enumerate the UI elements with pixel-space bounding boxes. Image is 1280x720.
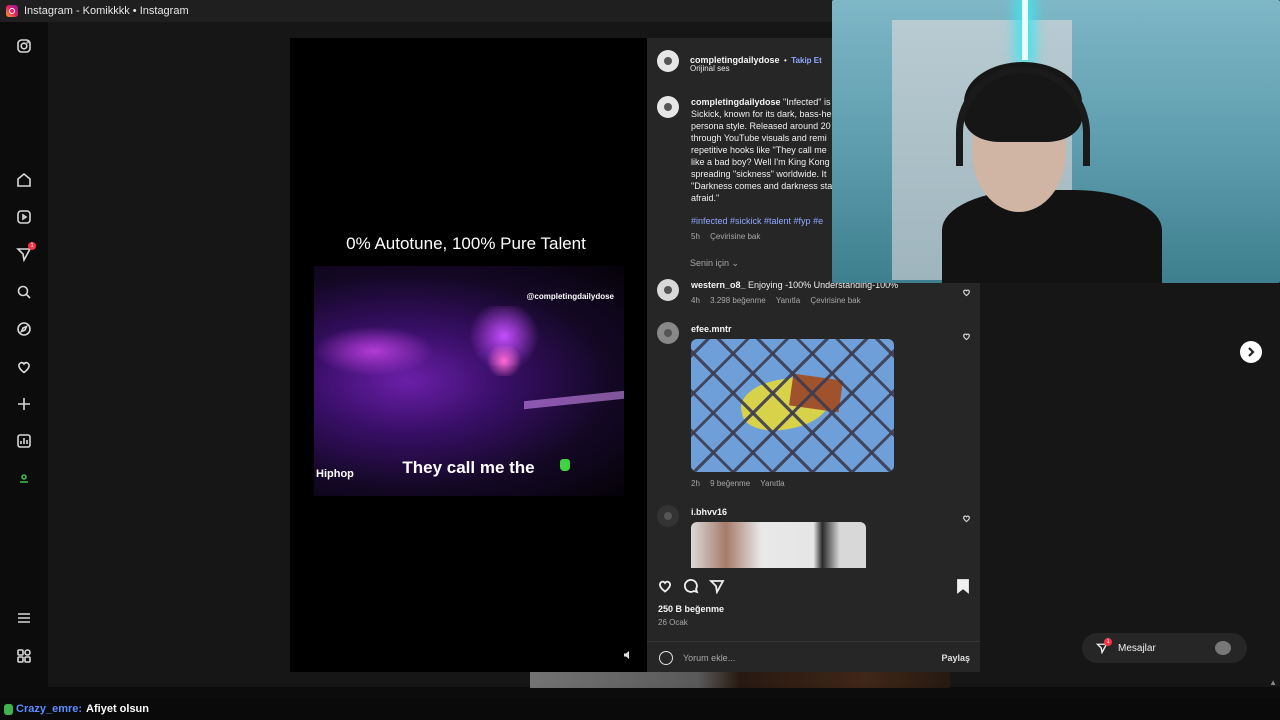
like-comment-icon[interactable] [962,284,971,297]
avatar[interactable] [657,96,679,118]
home-icon[interactable] [16,172,32,188]
comment-input[interactable] [683,649,923,667]
translate-link[interactable]: Çevirisine bak [810,296,860,305]
share-icon[interactable] [708,578,725,595]
like-count[interactable]: 250 B beğenme [658,604,724,614]
reply-button[interactable]: Yanıtla [776,296,800,305]
reel-video[interactable]: 0% Autotune, 100% Pure Talent @completin… [290,38,647,672]
sort-dropdown[interactable]: Senin için ⌄ [690,258,739,269]
comment-image [691,522,866,568]
avatar[interactable] [657,279,679,301]
profile-icon[interactable] [16,470,32,486]
audio-label[interactable]: Orijinal ses [690,64,730,73]
video-tag: Hiphop [316,468,354,480]
avatar[interactable] [657,322,679,344]
bookmark-icon[interactable] [955,578,971,594]
reply-button[interactable]: Yanıtla [760,479,784,488]
like-icon[interactable] [657,578,673,594]
post-meta: 5h Çevirisine bak [691,232,761,241]
like-comment-icon[interactable] [962,328,971,341]
avatar[interactable] [657,50,679,72]
background-thumbnails [530,672,950,688]
create-icon[interactable] [16,396,32,412]
chevron-down-icon: ⌄ [731,258,740,268]
comment-gif [691,339,894,472]
search-icon[interactable] [16,284,32,300]
comment-composer: Paylaş [647,641,980,672]
post-date: 26 Ocak [658,618,688,627]
post-actions [657,578,972,595]
more-icon[interactable] [16,648,32,664]
post-comment-button[interactable]: Paylaş [941,653,970,663]
chat-username: Crazy_emre: [16,703,83,715]
insights-icon[interactable] [16,433,32,449]
volume-icon[interactable] [623,650,633,660]
messages-button[interactable]: 1 Mesajlar [1082,633,1247,663]
instagram-app-icon [6,5,18,17]
webcam-overlay [832,0,1280,283]
sidebar: 1 [0,22,48,687]
video-watermark: @completingdailydose [526,292,614,301]
reels-icon[interactable] [16,209,32,225]
stream-chat-message: Crazy_emre: Afiyet olsun [0,698,1280,720]
window-title: Instagram - Komikkkk • Instagram [24,5,189,17]
heart-icon[interactable] [16,359,32,375]
post-description: completingdailydose "Infected" is Sickic… [691,97,833,203]
next-post-button[interactable] [1240,341,1262,363]
translate-link[interactable]: Çevirisine bak [710,232,760,241]
avatar [1215,641,1231,655]
chat-badge-icon [4,703,13,715]
comment-icon[interactable] [683,578,699,594]
emoji-icon[interactable] [659,651,673,665]
like-comment-icon[interactable] [962,510,971,523]
send-icon[interactable]: 1 [16,242,36,262]
avatar[interactable] [657,505,679,527]
notification-badge: 1 [28,242,36,250]
instagram-icon[interactable] [16,38,32,54]
explore-icon[interactable] [16,321,32,337]
cursor-hand-icon [560,459,570,471]
chevron-right-icon [1248,347,1255,357]
follow-button[interactable]: Takip Et [791,56,822,65]
menu-icon[interactable] [16,610,32,626]
messages-badge: 1 [1104,638,1112,646]
video-title-overlay: 0% Autotune, 100% Pure Talent [346,234,586,253]
post-hashtags[interactable]: #infected #sickick #talent #fyp #e [691,216,823,226]
send-icon: 1 [1095,638,1112,655]
scroll-down-icon[interactable]: ▲ [1269,678,1277,687]
chat-text: Afiyet olsun [86,703,149,715]
